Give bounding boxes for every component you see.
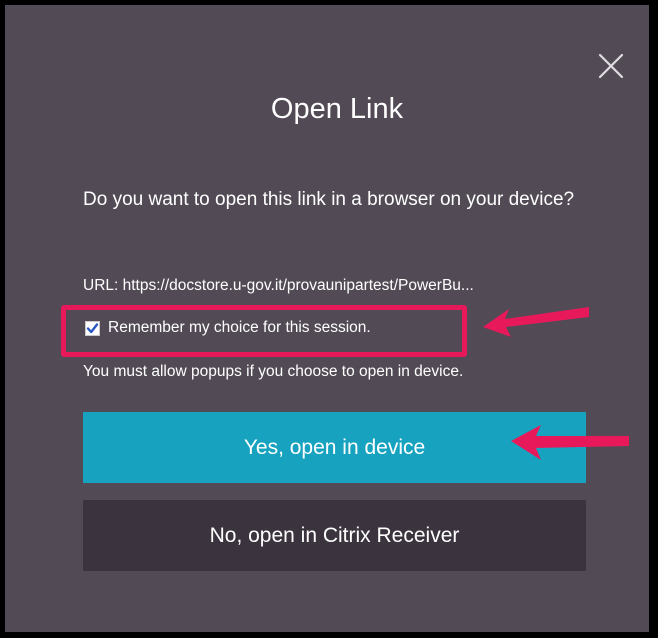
open-link-dialog: Open Link Do you want to open this link … [5,5,649,632]
link-url: URL: https://docstore.u-gov.it/provaunip… [83,277,474,294]
arrow-icon-button [511,425,629,460]
screenshot-frame: Open Link Do you want to open this link … [0,0,658,638]
open-in-device-label: Yes, open in device [243,435,426,459]
arrow-icon-checkbox [483,307,589,337]
dialog-title: Open Link [270,93,404,125]
open-in-citrix-button[interactable]: No, open in Citrix Receiver [83,500,586,571]
open-in-citrix-label: No, open in Citrix Receiver [209,523,460,547]
popup-note: You must allow popups if you choose to o… [83,363,464,380]
checkbox-highlight-box [61,305,467,357]
dialog-question: Do you want to open this link in a brows… [83,189,575,210]
close-icon [598,53,624,79]
close-button[interactable] [591,46,631,86]
